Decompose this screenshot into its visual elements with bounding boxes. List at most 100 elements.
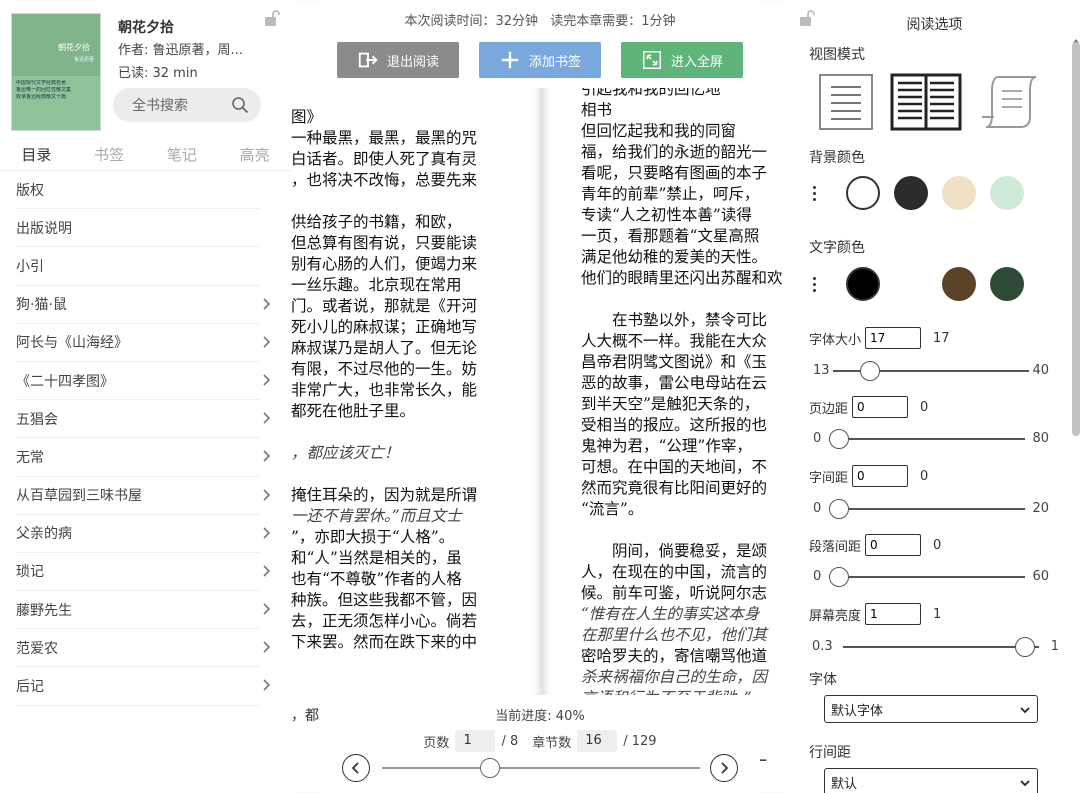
text-line-content: 麻叔谋乃是胡人了。但无论 [291, 339, 478, 357]
tab-toc[interactable]: 目录 [0, 144, 73, 170]
tab-highlights[interactable]: 高亮 [218, 144, 291, 170]
more-colors-icon[interactable] [809, 177, 819, 209]
panel-scrollbar[interactable] [1072, 42, 1080, 436]
text-line: 去，正无须怎样小心。倘若 [291, 611, 542, 632]
toc-item[interactable]: 琐记 [16, 553, 271, 592]
text-swatch-dark-green[interactable] [990, 267, 1024, 301]
text-line: 有限，不过尽他的一生。妨 [291, 359, 542, 380]
paragraph-spacing-track[interactable] [829, 576, 1025, 578]
toc-item[interactable]: 出版说明 [16, 209, 260, 248]
text-line-content: 门。或者说，那就是《开河 [291, 297, 478, 315]
bg-swatch-beige[interactable] [942, 176, 976, 210]
paragraph-spacing-row: 段落间距 0 [809, 534, 941, 556]
fullscreen-button[interactable]: 进入全屏 [621, 42, 743, 78]
line-height-label: 行间距 [809, 745, 851, 761]
next-page-button[interactable] [710, 754, 738, 782]
paragraph-spacing-input[interactable] [865, 534, 922, 556]
book-read-time: 已读: 32 min [118, 66, 198, 81]
brightness-value: 1 [933, 606, 942, 622]
text-line-content: 受相当的报应。这所报的也 [581, 416, 768, 434]
font-size-label: 字体大小 [809, 332, 862, 348]
toc-item[interactable]: 父亲的病 [16, 515, 271, 553]
toc-item[interactable]: 版权 [16, 171, 260, 210]
brightness-input[interactable] [865, 603, 922, 625]
bg-swatch-white[interactable] [846, 176, 880, 210]
toc-item[interactable]: 后记 [16, 667, 271, 706]
toc-item[interactable]: 无常 [16, 438, 271, 477]
bg-swatch-dark[interactable] [894, 176, 928, 210]
brightness-track[interactable] [843, 646, 1039, 648]
font-select[interactable]: 默认字体 [824, 695, 1038, 723]
toc-item[interactable]: 五猖会 [16, 400, 271, 439]
paragraph-spacing-min: 0 [813, 569, 822, 584]
margin-knob[interactable] [829, 429, 849, 449]
book-cover: 朝花夕拾 鲁迅原著 中国现代文学经典名著 鲁迅唯一的回忆性散文集 收录鲁迅经典散… [11, 13, 101, 131]
letter-spacing-knob[interactable] [829, 499, 849, 519]
add-bookmark-button[interactable]: 添加书签 [479, 42, 601, 78]
previous-page-button[interactable] [342, 754, 370, 782]
plus-icon [501, 51, 519, 69]
text-line: 白话者。即使人死了真有灵 [291, 149, 542, 170]
chevron-right-icon [263, 336, 271, 348]
text-line: 相书 [581, 100, 792, 121]
lock-open-icon[interactable] [263, 9, 281, 27]
margin-input[interactable] [852, 396, 909, 418]
right-page: 引起我和我的回忆地 相书 但回忆起我和我的同窗 福，给我们的永逝的韶光一 看呢，只要略有… [542, 0, 792, 793]
text-line-content: 种族。但这些我都不管，因 [291, 591, 478, 609]
progress-slider-thumb[interactable] [480, 758, 501, 778]
line-height-select[interactable]: 默认 [824, 768, 1038, 793]
text-swatch-black[interactable] [846, 267, 880, 301]
toc-item[interactable]: 《二十四孝图》 [16, 362, 271, 401]
text-line: 专读“人之初性本善”读得 [581, 205, 792, 226]
scroll-mode-icon[interactable] [978, 73, 1042, 131]
text-line-content: 可想。在中国的天地间，不 [581, 458, 768, 476]
chapter-number-input[interactable]: 16 [577, 730, 618, 752]
toc-item[interactable]: 狗·猫·鼠 [16, 286, 271, 324]
toc-item[interactable]: 藤野先生 [16, 591, 271, 630]
chevron-right-icon [263, 565, 271, 577]
font-size-knob[interactable] [860, 361, 880, 381]
text-swatch-brown[interactable] [942, 267, 976, 301]
toc-item[interactable]: 小引 [16, 247, 260, 286]
scroll-up-arrow[interactable] [1072, 30, 1080, 43]
letter-spacing-value: 0 [920, 468, 929, 484]
text-line-content: 阴间，倘要稳妥，是颂 [612, 542, 768, 560]
paragraph-spacing-knob[interactable] [829, 567, 849, 587]
toc-item[interactable]: 范爱农 [16, 629, 271, 668]
chevron-right-icon [263, 527, 271, 539]
progress-track[interactable] [382, 767, 700, 769]
brightness-knob[interactable] [1015, 637, 1035, 657]
text-line: 非常广大，也非常长久，能 [291, 380, 542, 401]
margin-row: 页边距 0 [809, 396, 928, 418]
toc-item-label: 无常 [16, 449, 44, 466]
font-size-input[interactable] [865, 327, 922, 349]
margin-track[interactable] [829, 438, 1025, 440]
toc-item-label: 版权 [16, 182, 44, 199]
double-page-mode-icon[interactable] [890, 73, 962, 131]
toc-item[interactable]: 从百草园到三味书屋 [16, 477, 271, 515]
text-swatch-white[interactable] [894, 267, 928, 301]
exit-reading-button[interactable]: 退出阅读 [337, 42, 459, 78]
cover-subtitle: 鲁迅原著 [73, 57, 94, 63]
text-line: 但回忆起我和我的同窗 [581, 121, 792, 142]
text-line-content: ，都应该灭亡！ [291, 444, 400, 462]
page-number-input[interactable]: 1 [455, 730, 496, 752]
letter-spacing-input[interactable] [852, 465, 909, 487]
toc-item[interactable]: 阿长与《山海经》 [16, 324, 271, 362]
bg-swatch-mint[interactable] [990, 176, 1024, 210]
chevron-down-icon [1020, 780, 1030, 787]
single-page-mode-icon[interactable] [817, 73, 875, 131]
page-chapter-row: 页数 1 / 8 章节数 16 / 129 [320, 730, 760, 752]
more-colors-icon[interactable] [809, 268, 819, 300]
book-search-button[interactable]: 全书搜索 [113, 88, 261, 122]
tab-notes[interactable]: 笔记 [146, 144, 219, 170]
chevron-right-icon [263, 412, 271, 424]
text-line-content: 供给孩子的书籍，和欧， [291, 213, 462, 231]
tab-bookmarks[interactable]: 书签 [73, 144, 146, 170]
letter-spacing-track[interactable] [829, 508, 1025, 510]
text-line-content: 别有心肠的人们，便竭力来 [291, 255, 478, 273]
font-size-row: 字体大小 17 [809, 327, 950, 349]
right-page-text: 引起我和我的回忆地 相书 但回忆起我和我的同窗 福，给我们的永逝的韶光一 看呢，只要略有… [581, 79, 792, 793]
